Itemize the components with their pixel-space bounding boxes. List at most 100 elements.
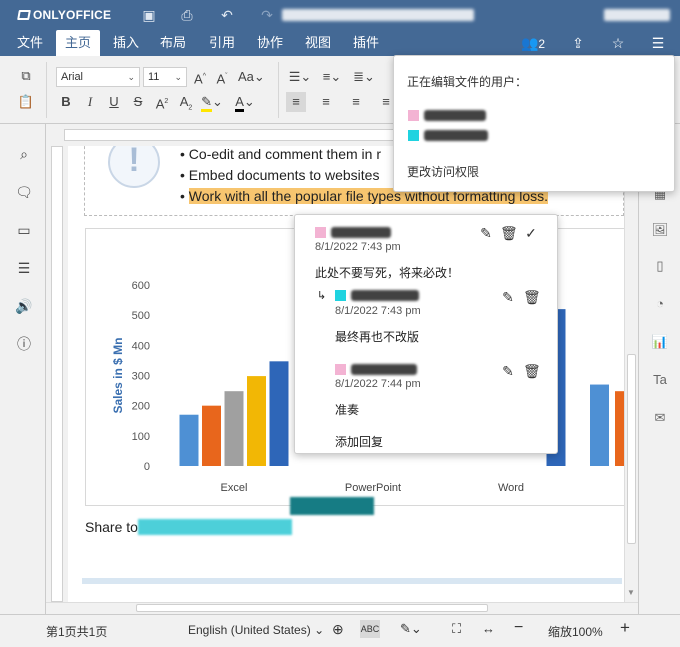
scroll-thumb[interactable] [136,604,488,612]
font-name-select[interactable]: Arial ⌄ [56,67,140,87]
author-name-redacted [331,227,391,238]
chart-bar [202,405,221,466]
author-color-swatch [315,227,326,238]
menu-icon[interactable]: ☰ [648,34,668,52]
highlight-color-icon[interactable]: ✎⌄ [200,92,224,112]
font-color-icon[interactable]: A⌄ [232,92,258,112]
edit-icon[interactable]: ✎ [478,225,494,242]
superscript-icon[interactable]: A2 [152,92,172,112]
navigation-icon[interactable]: ☰ [14,258,34,278]
chart-bar [247,376,266,466]
chevron-down-icon: ⌄ [314,623,325,637]
align-left-icon[interactable]: ≡ [286,92,306,112]
doc-language-icon[interactable]: ⊕ [332,621,344,638]
redo-icon[interactable]: ↷ [258,6,276,24]
chart-settings-icon[interactable]: 📊 [650,332,670,352]
spellcheck-icon[interactable]: ABC [360,620,380,638]
language-select[interactable]: English (United States) ⌄ [188,623,324,637]
horizontal-scrollbar[interactable] [46,602,638,614]
tab-references[interactable]: 引用 [202,30,242,56]
edit-icon[interactable]: ✎ [500,289,516,306]
open-location-icon[interactable]: ⇪ [568,34,588,52]
chart-bar [179,414,199,466]
tab-plugins[interactable]: 插件 [346,30,386,56]
italic-icon[interactable]: I [80,92,100,112]
user-name-redacted [424,110,486,121]
tab-layout[interactable]: 布局 [153,30,193,56]
font-size-value: 11 [148,71,160,83]
font-size-select[interactable]: 11 ⌄ [143,67,187,87]
tab-file[interactable]: 文件 [10,30,50,56]
subscript-icon[interactable]: A2 [176,92,196,112]
delete-icon[interactable]: 🗑 [523,363,541,380]
bullet-text: Embed documents to websites [188,167,380,183]
decrease-font-icon[interactable]: Aˇ [212,67,232,87]
tab-home[interactable]: 主页 [56,30,100,56]
chart-bar [590,384,609,466]
add-reply-link[interactable]: 添加回复 [335,433,383,450]
save-icon[interactable]: ▣ [140,6,158,24]
resolve-check-icon[interactable]: ✓ [523,225,539,242]
about-icon[interactable]: ⓘ [14,334,34,354]
comments-icon[interactable]: 🗨 [14,182,34,202]
paste-icon[interactable]: 📋 [16,92,36,112]
users-button[interactable]: 👥2 [518,34,548,52]
shape-settings-icon[interactable]: ◔ [650,294,670,314]
delete-icon[interactable]: 🗑 [523,289,541,306]
search-icon[interactable]: ⌕ [14,144,34,164]
edit-icon[interactable]: ✎ [500,363,516,380]
increase-font-icon[interactable]: A^ [190,67,210,87]
print-icon[interactable]: ⎙ [178,6,196,24]
reply-date: 8/1/2022 7:43 pm [335,305,421,317]
copy-icon[interactable]: ⧉ [16,66,36,86]
mail-merge-icon[interactable]: ✉ [650,408,670,428]
track-changes-icon[interactable]: ✎⌄ [400,621,422,637]
logo-text: ONLYOFFICE [33,8,112,22]
header-footer-icon[interactable]: ▯ [650,256,670,276]
tab-view[interactable]: 视图 [298,30,338,56]
tab-collaboration[interactable]: 协作 [250,30,290,56]
users-panel-title: 正在编辑文件的用户： [407,75,528,89]
page-count[interactable]: 第1页共1页 [46,623,107,640]
zoom-in-icon[interactable]: + [620,618,630,638]
reply-author-redacted [351,290,419,301]
undo-icon[interactable]: ↶ [218,6,236,24]
favorite-star-icon[interactable]: ☆ [608,34,628,52]
text-art-icon[interactable]: Ta [650,370,670,390]
scroll-down-icon[interactable]: ▼ [627,588,635,597]
bold-icon[interactable]: B [56,92,76,112]
fit-page-icon[interactable]: ⛶ [452,621,461,637]
feedback-icon[interactable]: 🔊 [14,296,34,316]
language-value: English (United States) [188,623,311,637]
numbered-list-icon[interactable]: ≡⌄ [318,67,346,87]
editing-users-popover: 正在编辑文件的用户： 更改访问权限 [393,55,675,192]
user-name-redacted [424,130,488,141]
list-item[interactable]: • Embed documents to websites [180,167,379,183]
vertical-scrollbar[interactable]: ▲ ▼ [624,124,638,602]
change-access-link[interactable]: 更改访问权限 [407,163,479,180]
underline-icon[interactable]: U [104,92,124,112]
image-settings-icon[interactable]: 🖼 [650,220,670,240]
vertical-ruler[interactable] [46,146,68,602]
user-name-redacted [604,9,670,21]
strikethrough-icon[interactable]: S [128,92,148,112]
fit-width-icon[interactable]: ↔ [482,621,495,636]
zoom-level[interactable]: 缩放100% [548,623,603,640]
users-icon: 👥 [520,35,539,51]
zoom-out-icon[interactable]: − [514,619,523,637]
user-color-swatch [408,130,419,141]
align-right-icon[interactable]: ≡ [346,92,366,112]
x-tick-label: PowerPoint [345,482,401,494]
user-color-swatch [408,110,419,121]
change-case-icon[interactable]: Aa⌄ [238,67,265,87]
share-link-redacted [138,519,292,535]
bullet-list-icon[interactable]: ☰⌄ [286,67,314,87]
tab-insert[interactable]: 插入 [106,30,146,56]
delete-icon[interactable]: 🗑 [500,225,518,242]
scroll-thumb[interactable] [627,354,636,544]
multilevel-list-icon[interactable]: ≣⌄ [350,67,378,87]
align-center-icon[interactable]: ≡ [316,92,336,112]
users-count: 2 [538,37,546,51]
chat-icon[interactable]: ▭ [14,220,34,240]
list-item[interactable]: • Co-edit and comment them in r [180,146,381,162]
